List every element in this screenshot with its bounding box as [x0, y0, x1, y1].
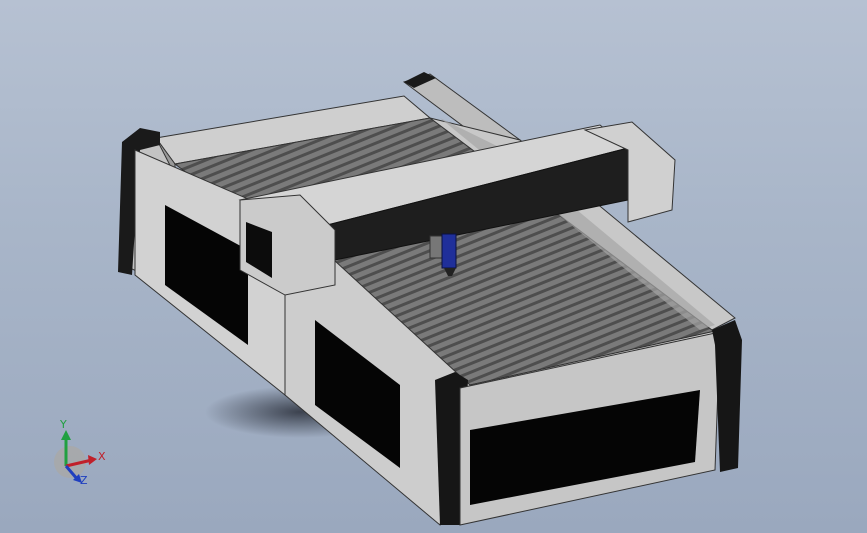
- triad-label-z: Z: [80, 474, 88, 487]
- triad-label-x: X: [98, 450, 106, 463]
- triad-label-y: Y: [60, 418, 67, 431]
- cad-viewport[interactable]: Y X Z: [0, 0, 867, 533]
- triad-x-arrow: [88, 455, 97, 465]
- triad-y-arrow: [61, 430, 71, 440]
- laser-head: [441, 233, 457, 269]
- machine-model: [54, 72, 742, 526]
- coordinate-triad: [54, 430, 97, 483]
